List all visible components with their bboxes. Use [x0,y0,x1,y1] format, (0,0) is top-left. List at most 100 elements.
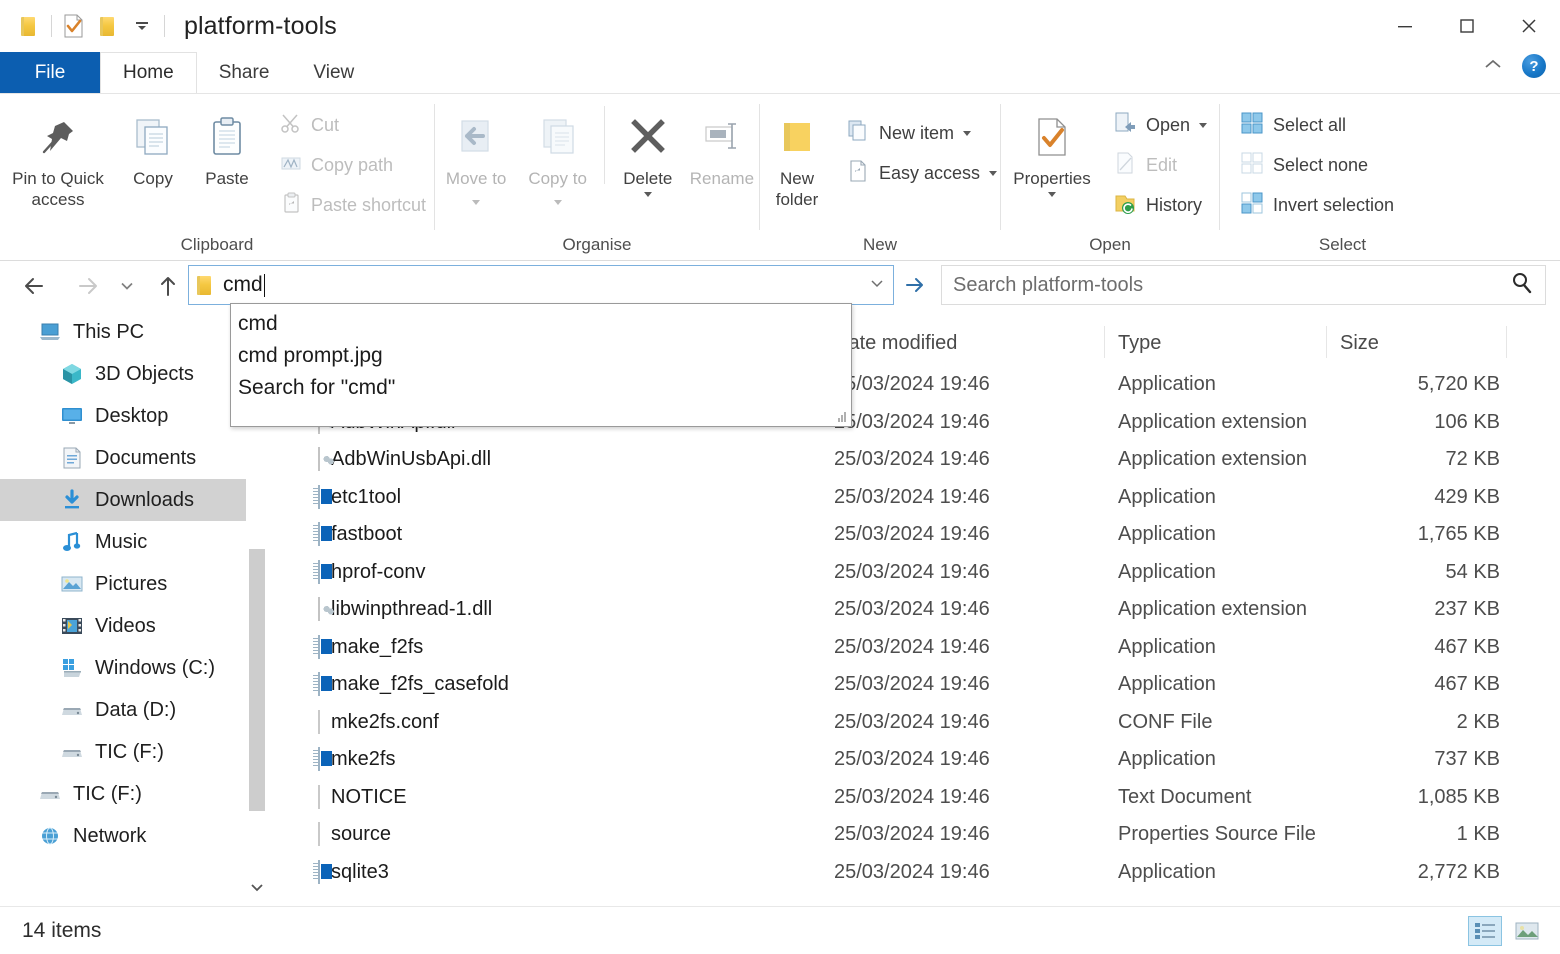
table-row[interactable]: AdbWinUsbApi.dll 25/03/2024 19:46 Applicat… [300,441,1560,479]
file-name-cell[interactable]: make_f2fs [318,634,423,659]
file-name-cell[interactable]: hprof-conv [318,559,426,584]
edit-button[interactable]: Edit [1107,148,1213,183]
forward-button[interactable] [66,261,110,311]
customize-quick-access-icon[interactable] [125,9,159,43]
autocomplete-item[interactable]: Search for "cmd" [231,372,851,404]
sidebar-item-tic-f[interactable]: TIC (F:) [0,773,246,815]
column-header-date-modified[interactable]: Date modified [834,332,957,355]
file-name-cell[interactable]: source [318,822,391,847]
table-row[interactable]: make_f2fs_casefold 25/03/2024 19:46 Applic… [300,666,1560,704]
new-item-button[interactable]: New item [840,116,1003,151]
easy-access-button[interactable]: Easy access [840,156,1003,191]
tab-home[interactable]: Home [100,52,197,93]
sidebar-item-documents[interactable]: Documents [0,437,246,479]
table-row[interactable]: hprof-conv 25/03/2024 19:46 Application 54 … [300,554,1560,592]
column-header-type[interactable]: Type [1118,332,1161,355]
address-bar[interactable]: cmd [188,265,894,305]
select-all-button[interactable]: Select all [1234,108,1400,143]
tab-share[interactable]: Share [197,52,292,93]
autocomplete-item[interactable]: cmd prompt.jpg [231,340,851,372]
file-name-cell[interactable]: mke2fs.conf [318,709,439,734]
file-name-cell[interactable]: fastboot [318,522,402,547]
sidebar-item-data-d[interactable]: Data (D:) [0,689,246,731]
select-none-button[interactable]: Select none [1234,148,1400,183]
maximize-button[interactable] [1436,0,1498,52]
open-caret-icon[interactable] [1199,123,1208,128]
paste-button[interactable]: Paste [190,106,264,189]
sidebar-item-tic-f[interactable]: TIC (F:) [0,731,246,773]
sidebar-item-this-pc[interactable]: This PC [0,311,246,353]
help-icon[interactable]: ? [1522,54,1546,78]
column-divider-2[interactable] [1104,326,1105,358]
folder-icon[interactable] [12,9,46,43]
table-row[interactable]: sqlite3 25/03/2024 19:46 Application 2,772 … [300,854,1560,892]
file-name-cell[interactable]: AdbWinUsbApi.dll [318,447,491,472]
copy-button[interactable]: Copy [116,106,190,189]
autocomplete-item[interactable]: cmd [231,308,851,340]
easy-access-caret-icon[interactable] [989,171,998,176]
sidebar-item-downloads[interactable]: Downloads [0,479,246,521]
sidebar-item-network[interactable]: Network [0,815,246,857]
cut-button[interactable]: Cut [274,108,432,143]
address-dropdown-chevron-icon[interactable] [869,275,885,295]
sidebar-item-music[interactable]: Music [0,521,246,563]
search-icon[interactable] [1510,271,1534,300]
file-name-cell[interactable]: etc1tool [318,484,401,509]
search-input[interactable]: Search platform-tools [953,274,1143,297]
sidebar-item-3d-objects[interactable]: 3D Objects [0,353,246,395]
open-button[interactable]: Open [1107,108,1213,143]
close-button[interactable] [1498,0,1560,52]
table-row[interactable]: NOTICE 25/03/2024 19:46 Text Document 1,085… [300,779,1560,817]
column-header-size[interactable]: Size [1340,332,1379,355]
new-item-caret-icon[interactable] [963,131,972,136]
go-button[interactable] [897,265,933,305]
table-row[interactable]: mke2fs.conf 25/03/2024 19:46 CONF File 2 KB [300,704,1560,742]
file-name-cell[interactable]: make_f2fs_casefold [318,672,509,697]
column-divider-4[interactable] [1506,326,1507,358]
address-input[interactable]: cmd [223,273,263,297]
large-icons-view-button[interactable] [1510,916,1544,946]
new-folder-button[interactable]: New folder [760,106,834,210]
file-name-cell[interactable]: libwinpthread-1.dll [318,597,492,622]
details-view-button[interactable] [1468,915,1502,946]
collapse-ribbon-icon[interactable] [1482,56,1504,77]
file-name-cell[interactable]: sqlite3 [318,859,389,884]
move-to-button[interactable]: Move to [435,106,517,210]
sidebar-item-windows-c[interactable]: Windows (C:) [0,647,246,689]
up-button[interactable] [146,261,190,311]
table-row[interactable]: make_f2fs 25/03/2024 19:46 Application 467 … [300,629,1560,667]
sidebar-item-videos[interactable]: Videos [0,605,246,647]
copy-to-button[interactable]: Copy to [517,106,598,210]
table-row[interactable]: etc1tool 25/03/2024 19:46 Application 429 K… [300,479,1560,517]
resize-grip-icon[interactable] [834,410,848,424]
new-folder-icon[interactable] [91,9,125,43]
paste-shortcut-button[interactable]: Paste shortcut [274,188,432,223]
table-row[interactable]: libwinpthread-1.dll 25/03/2024 19:46 Appli… [300,591,1560,629]
table-row[interactable]: fastboot 25/03/2024 19:46 Application 1,765… [300,516,1560,554]
properties-caret-icon[interactable] [1048,192,1056,197]
properties-icon[interactable] [57,9,91,43]
file-name-cell[interactable]: mke2fs [318,747,395,772]
scroll-down-arrow-icon[interactable] [246,876,268,898]
sidebar-item-desktop[interactable]: Desktop [0,395,246,437]
minimize-button[interactable] [1374,0,1436,52]
delete-caret-icon[interactable] [643,192,652,197]
scrollbar-thumb[interactable] [249,549,265,811]
copy-path-button[interactable]: Copy path [274,148,432,183]
back-button[interactable] [12,261,56,311]
file-name-cell[interactable]: NOTICE [318,784,407,809]
search-box[interactable]: Search platform-tools [941,265,1546,305]
history-button[interactable]: History [1107,188,1213,223]
tab-view[interactable]: View [291,52,376,93]
recent-locations-chevron-icon[interactable] [110,261,144,311]
table-row[interactable]: source 25/03/2024 19:46 Properties Source … [300,816,1560,854]
invert-selection-button[interactable]: Invert selection [1234,188,1400,223]
properties-button[interactable]: Properties [1001,106,1103,197]
rename-button[interactable]: Rename [685,106,759,189]
table-row[interactable]: mke2fs 25/03/2024 19:46 Application 737 KB [300,741,1560,779]
tab-file[interactable]: File [0,52,100,93]
delete-button[interactable]: Delete [611,106,685,197]
column-divider-3[interactable] [1326,326,1327,358]
sidebar-item-pictures[interactable]: Pictures [0,563,246,605]
pin-to-quick-access-button[interactable]: Pin to Quick access [0,106,116,210]
